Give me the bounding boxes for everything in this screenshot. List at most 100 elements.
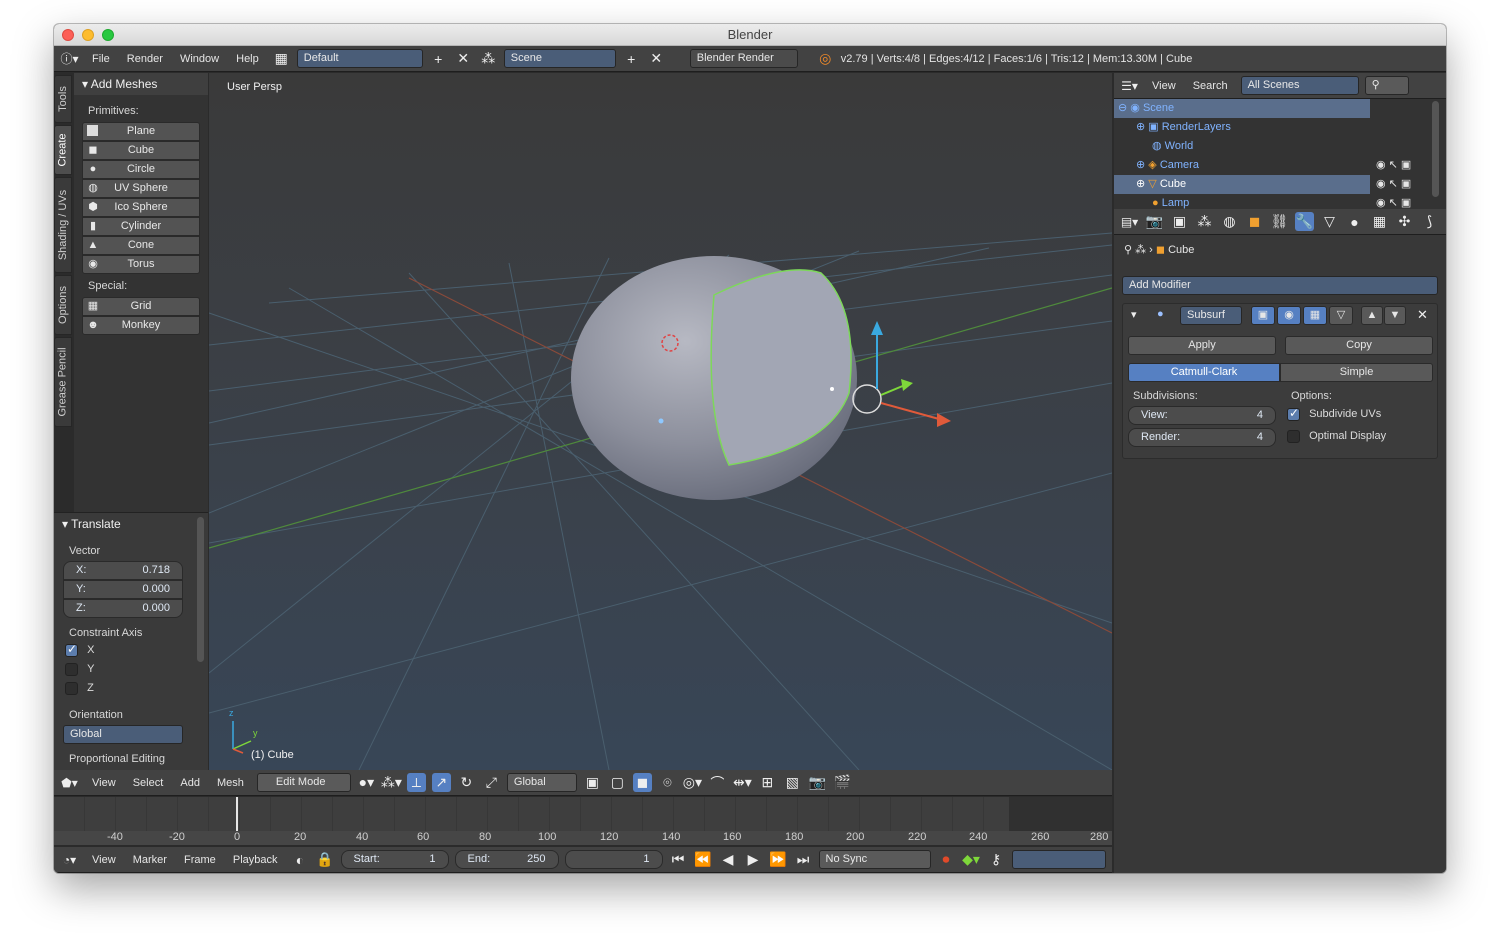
orientation-selector[interactable]: Global xyxy=(63,725,183,744)
physics-tab-icon[interactable]: ⟆ xyxy=(1420,212,1439,231)
visibility-eye-icon[interactable]: ◉ ↖ ▣ xyxy=(1376,175,1411,194)
vector-z-field[interactable]: Z: 0.000 xyxy=(63,599,183,618)
add-monkey-button[interactable]: ☻ Monkey xyxy=(82,316,200,335)
editmode-toggle-icon[interactable]: ▦ xyxy=(1303,306,1327,325)
add-scene-icon[interactable]: + xyxy=(622,49,641,68)
menu-marker[interactable]: Marker xyxy=(126,854,174,866)
layers-tab-icon[interactable]: ▣ xyxy=(1170,212,1189,231)
delete-layout-icon[interactable]: ✕ xyxy=(454,49,473,68)
edge-select-icon[interactable]: ▢ xyxy=(608,773,627,792)
menu-select[interactable]: Select xyxy=(126,777,171,789)
remove-modifier-icon[interactable]: ✕ xyxy=(1417,307,1428,323)
checkbox-x[interactable] xyxy=(65,642,78,657)
menu-render[interactable]: Render xyxy=(120,53,170,65)
outliner-item-world[interactable]: ◍ World xyxy=(1114,137,1370,156)
keying-set-field[interactable] xyxy=(1011,850,1106,869)
delete-scene-icon[interactable]: ✕ xyxy=(647,49,666,68)
sync-selector[interactable]: No Sync xyxy=(818,850,931,869)
menu-search[interactable]: Search xyxy=(1186,80,1235,92)
render-engine-selector[interactable]: Blender Render xyxy=(689,49,798,68)
3d-viewport[interactable]: User Persp z y (1) Cube xyxy=(209,73,1112,770)
constraints-tab-icon[interactable]: ⛓ xyxy=(1270,212,1289,231)
editor-type-icon[interactable]: ⬟▾ xyxy=(60,773,79,792)
render-preview-icon[interactable]: ▧ xyxy=(783,773,802,792)
add-plane-button[interactable]: Plane xyxy=(82,122,200,141)
constraint-y-checkbox[interactable]: Y xyxy=(65,663,94,676)
play-icon[interactable]: ▶ xyxy=(744,850,763,869)
lock-range-icon[interactable]: 🔒 xyxy=(316,850,335,869)
outliner-item-cube[interactable]: ⊕ ▽ Cube xyxy=(1114,175,1370,194)
translate-manipulator-icon[interactable]: ↗ xyxy=(431,773,451,792)
optimal-display-check[interactable] xyxy=(1287,430,1300,443)
menu-window[interactable]: Window xyxy=(173,53,226,65)
add-uv-sphere-button[interactable]: ◍ UV Sphere xyxy=(82,179,200,198)
keying-key-icon[interactable]: ⚷ xyxy=(987,850,1006,869)
scene-tab-icon[interactable]: ⁂ xyxy=(1195,212,1214,231)
optimal-display-checkbox[interactable]: Optimal Display xyxy=(1287,430,1386,443)
object-tab-icon[interactable]: ◼ xyxy=(1245,212,1264,231)
timeline-playhead[interactable] xyxy=(236,797,238,831)
outliner-scrollbar[interactable] xyxy=(1432,101,1439,197)
end-frame-field[interactable]: End: 250 xyxy=(454,850,559,869)
y-manipulator-arrow[interactable] xyxy=(880,384,906,396)
close-window-button[interactable] xyxy=(62,29,74,41)
outliner-item-camera[interactable]: ⊕ ◈ Camera xyxy=(1114,156,1370,175)
add-cube-button[interactable]: ◼ Cube xyxy=(82,141,200,160)
catmull-clark-button[interactable]: Catmull-Clark xyxy=(1128,363,1280,382)
tab-options[interactable]: Options xyxy=(54,275,72,335)
checkbox-y[interactable] xyxy=(65,663,78,676)
outliner-item-scene[interactable]: ⊖ ◉ Scene xyxy=(1114,99,1370,118)
operator-scrollbar[interactable] xyxy=(197,517,204,662)
properties-editor-icon[interactable]: ▤▾ xyxy=(1120,212,1139,231)
copy-button[interactable]: Copy xyxy=(1285,336,1433,355)
opengl-anim-icon[interactable]: 🎬 xyxy=(833,773,852,792)
snap-icon[interactable]: ⌒ xyxy=(708,773,727,792)
add-meshes-header[interactable]: ▾ Add Meshes xyxy=(74,73,208,95)
preview-range-icon[interactable]: ◐ xyxy=(291,850,310,869)
simple-button[interactable]: Simple xyxy=(1280,363,1433,382)
constraint-z-checkbox[interactable]: Z xyxy=(65,682,94,695)
opengl-render-icon[interactable]: 📷 xyxy=(808,773,827,792)
transform-orientation-selector[interactable]: Global xyxy=(506,773,577,792)
add-cylinder-button[interactable]: ▮ Cylinder xyxy=(82,217,200,236)
world-tab-icon[interactable]: ◍ xyxy=(1220,212,1239,231)
proportional-edit-icon[interactable]: ◎▾ xyxy=(683,773,702,792)
menu-view-outliner[interactable]: View xyxy=(1145,80,1183,92)
vector-y-field[interactable]: Y: 0.000 xyxy=(63,580,183,599)
subdivide-uvs-check[interactable] xyxy=(1287,406,1300,421)
add-cone-button[interactable]: ▲ Cone xyxy=(82,236,200,255)
move-up-icon[interactable]: ▲ xyxy=(1361,306,1383,325)
menu-view-timeline[interactable]: View xyxy=(85,854,123,866)
shading-icon[interactable]: ●▾ xyxy=(357,773,376,792)
outliner-item-renderlayers[interactable]: ⊕ ▣ RenderLayers xyxy=(1114,118,1370,137)
outliner-item-lamp[interactable]: ● Lamp xyxy=(1114,194,1370,209)
current-frame-field[interactable]: 1 xyxy=(564,850,663,869)
tab-create[interactable]: Create xyxy=(54,125,72,175)
start-frame-field[interactable]: Start: 1 xyxy=(340,850,449,869)
tab-tools[interactable]: Tools xyxy=(54,75,72,123)
x-manipulator-arrow[interactable] xyxy=(880,402,940,420)
menu-frame[interactable]: Frame xyxy=(177,854,223,866)
timeline-track[interactable] xyxy=(54,797,1112,831)
add-circle-button[interactable]: ● Circle xyxy=(82,160,200,179)
modifier-collapse-icon[interactable]: ▾ xyxy=(1131,308,1137,321)
zoom-window-button[interactable] xyxy=(102,29,114,41)
scale-manipulator-icon[interactable]: ⤢ xyxy=(482,773,501,792)
apply-button[interactable]: Apply xyxy=(1128,336,1276,355)
viewport-toggle-icon[interactable]: ◉ xyxy=(1277,306,1301,325)
pivot-icon[interactable]: ⁂▾ xyxy=(381,773,402,792)
tab-grease-pencil[interactable]: Grease Pencil xyxy=(54,337,72,427)
data-tab-icon[interactable]: ▽ xyxy=(1320,212,1339,231)
record-icon[interactable]: ⏺ xyxy=(937,850,956,869)
menu-file[interactable]: File xyxy=(85,53,117,65)
rotate-manipulator-icon[interactable]: ↻ xyxy=(457,773,476,792)
texture-tab-icon[interactable]: ▦ xyxy=(1370,212,1389,231)
play-reverse-icon[interactable]: ◀ xyxy=(719,850,738,869)
particles-tab-icon[interactable]: ✣ xyxy=(1395,212,1414,231)
keying-set-icon[interactable]: ◆▾ xyxy=(962,850,981,869)
snap-element-icon[interactable]: ⇹▾ xyxy=(733,773,752,792)
add-grid-button[interactable]: ▦ Grid xyxy=(82,297,200,316)
constraint-x-checkbox[interactable]: X xyxy=(65,642,94,657)
add-layout-icon[interactable]: + xyxy=(429,49,448,68)
add-ico-sphere-button[interactable]: ⬢ Ico Sphere xyxy=(82,198,200,217)
